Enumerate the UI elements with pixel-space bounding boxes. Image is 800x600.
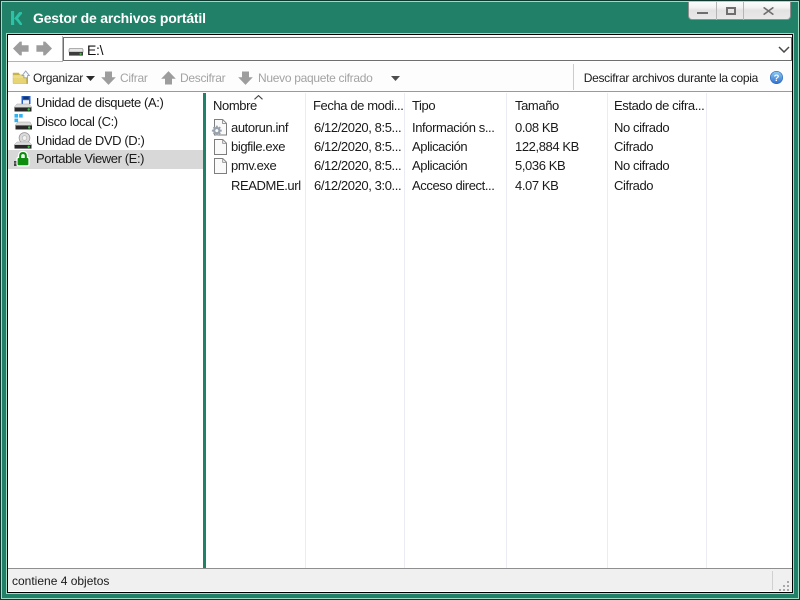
svg-text:?: ? xyxy=(774,73,780,84)
